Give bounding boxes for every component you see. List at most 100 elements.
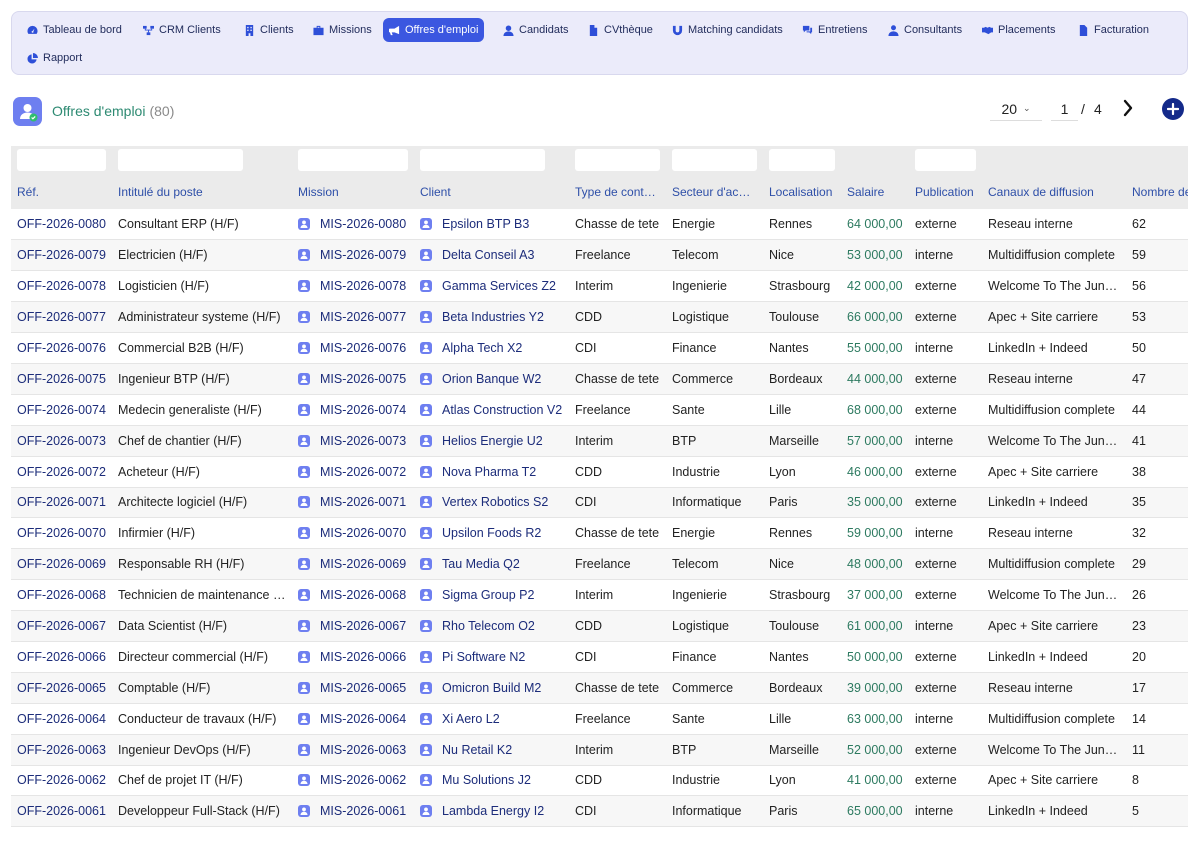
column-header-salaire[interactable]: Salaire [841, 174, 909, 209]
cell-client[interactable]: Vertex Robotics S2 [414, 487, 569, 519]
cell-mission[interactable]: MIS-2026-0070 [292, 517, 414, 550]
cell-client[interactable]: Tau Media Q2 [414, 548, 569, 581]
current-page-input[interactable]: 1 [1051, 97, 1078, 121]
cell-mission-link[interactable]: MIS-2026-0080 [320, 217, 406, 231]
cell-mission-link[interactable]: MIS-2026-0061 [320, 804, 406, 818]
nav-item-cvtheque[interactable]: CVthèque [582, 18, 659, 42]
cell-mission[interactable]: MIS-2026-0067 [292, 610, 414, 642]
nav-item-facturation[interactable]: Facturation [1072, 18, 1155, 42]
cell-mission-link[interactable]: MIS-2026-0067 [320, 619, 406, 633]
nav-item-candidats[interactable]: Candidats [497, 18, 575, 42]
column-header-canaux[interactable]: Canaux de diffusion [982, 174, 1126, 209]
table-row[interactable]: OFF-2026-0064 Conducteur de travaux (H/F)… [11, 703, 1188, 735]
cell-ref[interactable]: OFF-2026-0079 [11, 239, 112, 272]
cell-ref[interactable]: OFF-2026-0071 [11, 487, 112, 519]
table-row[interactable]: OFF-2026-0066 Directeur commercial (H/F) M… [11, 641, 1188, 673]
table-row[interactable]: OFF-2026-0068 Technicien de maintenance (… [11, 579, 1188, 612]
column-header-nombre[interactable]: Nombre de [1126, 174, 1188, 209]
cell-client[interactable]: Orion Banque W2 [414, 363, 569, 395]
cell-mission-link[interactable]: MIS-2026-0079 [320, 248, 406, 262]
cell-client[interactable]: Omicron Build M2 [414, 672, 569, 704]
cell-ref[interactable]: OFF-2026-0080 [11, 209, 112, 241]
cell-mission[interactable]: MIS-2026-0080 [292, 209, 414, 241]
cell-mission-link[interactable]: MIS-2026-0068 [320, 588, 406, 602]
table-row[interactable]: OFF-2026-0063 Ingenieur DevOps (H/F) MIS-2… [11, 734, 1188, 766]
nav-item-placements[interactable]: Placements [976, 18, 1061, 42]
cell-mission-link[interactable]: MIS-2026-0063 [320, 743, 406, 757]
cell-ref[interactable]: OFF-2026-0063 [11, 734, 112, 766]
table-row[interactable]: OFF-2026-0074 Medecin generaliste (H/F) MI… [11, 394, 1188, 426]
column-header-secteur[interactable]: Secteur d'ac… [666, 174, 763, 209]
cell-mission[interactable]: MIS-2026-0066 [292, 641, 414, 673]
nav-item-entretiens[interactable]: Entretiens [796, 18, 874, 42]
cell-client-link[interactable]: Tau Media Q2 [442, 557, 520, 571]
filter-localisation-input[interactable] [769, 149, 835, 171]
cell-mission[interactable]: MIS-2026-0076 [292, 332, 414, 364]
nav-item-consultants[interactable]: Consultants [882, 18, 968, 42]
cell-mission[interactable]: MIS-2026-0072 [292, 456, 414, 488]
column-header-localisation[interactable]: Localisation [763, 174, 841, 209]
cell-mission[interactable]: MIS-2026-0065 [292, 672, 414, 704]
cell-mission[interactable]: MIS-2026-0062 [292, 765, 414, 797]
cell-ref[interactable]: OFF-2026-0078 [11, 270, 112, 303]
page-size-select[interactable]: 20 ⌄ [990, 97, 1042, 121]
nav-item-matching-candidats[interactable]: Matching candidats [666, 18, 789, 42]
table-row[interactable]: OFF-2026-0080 Consultant ERP (H/F) MIS-202… [11, 209, 1188, 241]
filter-mission-input[interactable] [298, 149, 408, 171]
cell-client[interactable]: Gamma Services Z2 [414, 270, 569, 303]
cell-mission[interactable]: MIS-2026-0061 [292, 795, 414, 828]
nav-item-tableau-de-bord[interactable]: Tableau de bord [21, 18, 128, 42]
table-row[interactable]: OFF-2026-0076 Commercial B2B (H/F) MIS-202… [11, 332, 1188, 364]
cell-client[interactable]: Pi Software N2 [414, 641, 569, 673]
cell-ref[interactable]: OFF-2026-0070 [11, 517, 112, 550]
nav-item-rapport[interactable]: Rapport [21, 46, 88, 70]
cell-client[interactable]: Alpha Tech X2 [414, 332, 569, 364]
column-header-client[interactable]: Client [414, 174, 569, 209]
cell-mission[interactable]: MIS-2026-0068 [292, 579, 414, 612]
column-header-publication[interactable]: Publication [909, 174, 982, 209]
cell-mission-link[interactable]: MIS-2026-0070 [320, 526, 406, 540]
cell-mission-link[interactable]: MIS-2026-0078 [320, 279, 406, 293]
table-row[interactable]: OFF-2026-0070 Infirmier (H/F) MIS-2026-007… [11, 517, 1188, 550]
cell-client-link[interactable]: Xi Aero L2 [442, 712, 500, 726]
cell-client[interactable]: Xi Aero L2 [414, 703, 569, 735]
table-row[interactable]: OFF-2026-0075 Ingenieur BTP (H/F) MIS-2026… [11, 363, 1188, 395]
cell-mission[interactable]: MIS-2026-0077 [292, 301, 414, 334]
nav-item-missions[interactable]: Missions [307, 18, 378, 42]
cell-ref[interactable]: OFF-2026-0076 [11, 332, 112, 364]
column-header-mission[interactable]: Mission [292, 174, 414, 209]
filter-publication-input[interactable] [915, 149, 976, 171]
cell-ref[interactable]: OFF-2026-0068 [11, 579, 112, 612]
cell-mission[interactable]: MIS-2026-0073 [292, 425, 414, 457]
cell-mission-link[interactable]: MIS-2026-0066 [320, 650, 406, 664]
cell-mission-link[interactable]: MIS-2026-0071 [320, 495, 406, 509]
cell-mission-link[interactable]: MIS-2026-0072 [320, 465, 406, 479]
table-row[interactable]: OFF-2026-0079 Electricien (H/F) MIS-2026-0… [11, 239, 1188, 272]
filter-intitule-input[interactable] [118, 149, 243, 171]
cell-ref[interactable]: OFF-2026-0069 [11, 548, 112, 581]
cell-ref[interactable]: OFF-2026-0075 [11, 363, 112, 395]
table-row[interactable]: OFF-2026-0072 Acheteur (H/F) MIS-2026-0072… [11, 456, 1188, 488]
filter-ref-input[interactable] [17, 149, 106, 171]
cell-ref[interactable]: OFF-2026-0074 [11, 394, 112, 426]
cell-mission-link[interactable]: MIS-2026-0064 [320, 712, 406, 726]
nav-item-clients[interactable]: Clients [238, 18, 300, 42]
cell-ref[interactable]: OFF-2026-0062 [11, 765, 112, 797]
cell-client[interactable]: Nu Retail K2 [414, 734, 569, 766]
cell-client-link[interactable]: Epsilon BTP B3 [442, 217, 529, 231]
table-row[interactable]: OFF-2026-0073 Chef de chantier (H/F) MIS-2… [11, 425, 1188, 457]
cell-mission[interactable]: MIS-2026-0079 [292, 239, 414, 272]
cell-client[interactable]: Rho Telecom O2 [414, 610, 569, 642]
cell-ref[interactable]: OFF-2026-0064 [11, 703, 112, 735]
cell-ref[interactable]: OFF-2026-0065 [11, 672, 112, 704]
filter-type-input[interactable] [575, 149, 660, 171]
filter-secteur-input[interactable] [672, 149, 757, 171]
cell-ref[interactable]: OFF-2026-0067 [11, 610, 112, 642]
column-header-type-contrat[interactable]: Type de cont… [569, 174, 666, 209]
cell-mission[interactable]: MIS-2026-0063 [292, 734, 414, 766]
cell-ref[interactable]: OFF-2026-0061 [11, 795, 112, 828]
cell-client-link[interactable]: Pi Software N2 [442, 650, 525, 664]
table-row[interactable]: OFF-2026-0078 Logisticien (H/F) MIS-2026-0… [11, 270, 1188, 303]
cell-client[interactable]: Sigma Group P2 [414, 579, 569, 612]
cell-client-link[interactable]: Delta Conseil A3 [442, 248, 534, 262]
